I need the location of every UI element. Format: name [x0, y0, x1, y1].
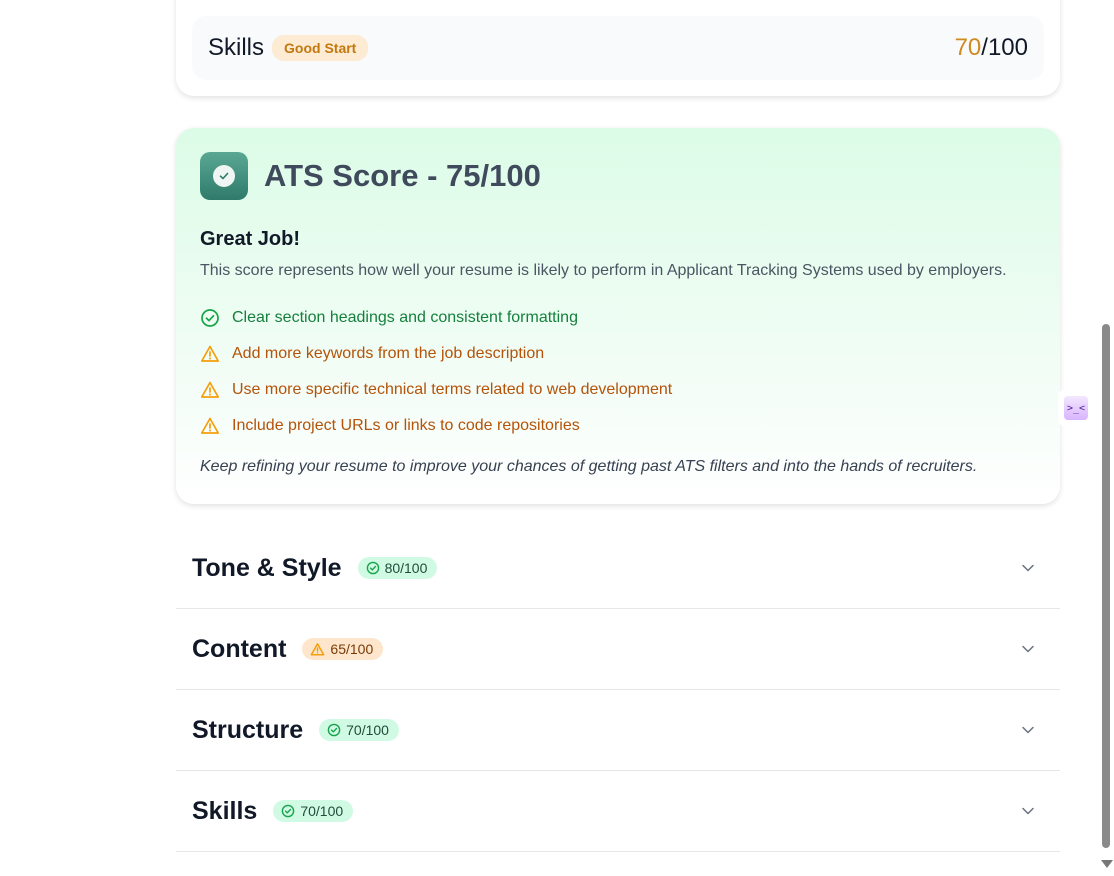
score-summary-card: Skills Good Start 70/100 — [176, 0, 1060, 96]
accordion-title: Content — [192, 634, 287, 663]
chevron-down-icon[interactable] — [1020, 560, 1036, 576]
ats-note: Keep refining your resume to improve you… — [200, 458, 978, 475]
score-badge-text: 70/100 — [300, 803, 344, 819]
chevron-down-icon[interactable] — [1020, 803, 1036, 819]
list-item: Include project URLs or links to code re… — [200, 408, 672, 444]
accordion-structure[interactable]: Structure 70/100 — [176, 690, 1060, 771]
ats-score-card: ATS Score - 75/100 Great Job! This score… — [176, 128, 1060, 504]
warning-icon — [200, 417, 220, 434]
score-badge-text: 80/100 — [384, 560, 428, 576]
ats-feedback-list: Clear section headings and consistent fo… — [200, 300, 672, 444]
summary-score: 70/100 — [955, 34, 1028, 62]
scroll-down-arrow-icon[interactable] — [1101, 860, 1113, 868]
summary-score-value: 70 — [954, 34, 982, 61]
accordion-content[interactable]: Content 65/100 — [176, 609, 1060, 690]
ats-title: ATS Score - 75/100 — [264, 158, 541, 193]
summary-row-skills: Skills Good Start 70/100 — [192, 16, 1044, 80]
chevron-down-icon[interactable] — [1020, 641, 1036, 657]
list-item: Add more keywords from the job descripti… — [200, 336, 672, 372]
summary-title: Skills — [208, 34, 265, 61]
summary-score-total: /100 — [981, 34, 1028, 61]
check-circle-icon — [366, 561, 379, 575]
accordion-skills[interactable]: Skills 70/100 — [176, 771, 1060, 852]
score-badge: 65/100 — [302, 638, 384, 660]
ats-subtitle: Great Job! — [200, 228, 301, 250]
warning-icon — [200, 381, 220, 398]
list-item-text: Use more specific technical terms relate… — [232, 381, 673, 398]
list-item: Clear section headings and consistent fo… — [200, 300, 672, 336]
accordion-title: Skills — [192, 796, 258, 825]
score-badge: 70/100 — [273, 800, 354, 822]
list-item-text: Include project URLs or links to code re… — [232, 417, 580, 434]
list-item-text: Clear section headings and consistent fo… — [232, 309, 578, 326]
assistant-face-icon: >_< — [1064, 396, 1088, 420]
warning-icon — [200, 345, 220, 362]
accordion-tone-style[interactable]: Tone & Style 80/100 — [176, 528, 1060, 609]
score-badge: 80/100 — [357, 557, 438, 579]
scrollbar[interactable] — [1098, 0, 1114, 876]
assistant-widget-button[interactable]: >_< — [1058, 390, 1094, 426]
check-circle-icon — [327, 723, 341, 737]
scrollbar-thumb[interactable] — [1102, 324, 1110, 848]
accordion-title: Structure — [192, 715, 304, 744]
check-circle-icon — [282, 804, 295, 818]
list-item: Use more specific technical terms relate… — [200, 372, 672, 408]
check-circle-icon — [201, 309, 219, 327]
warning-icon — [311, 642, 325, 655]
score-badge: 70/100 — [319, 719, 399, 741]
accordion-title: Tone & Style — [192, 553, 342, 582]
score-badge-text: 70/100 — [346, 722, 389, 738]
ats-description: This score represents how well your resu… — [200, 262, 1007, 279]
score-badge-text: 65/100 — [330, 641, 374, 657]
list-item-text: Add more keywords from the job descripti… — [232, 345, 545, 362]
chevron-down-icon[interactable] — [1020, 722, 1036, 738]
summary-status-badge: Good Start — [272, 35, 369, 61]
ats-badge-icon — [200, 152, 248, 200]
